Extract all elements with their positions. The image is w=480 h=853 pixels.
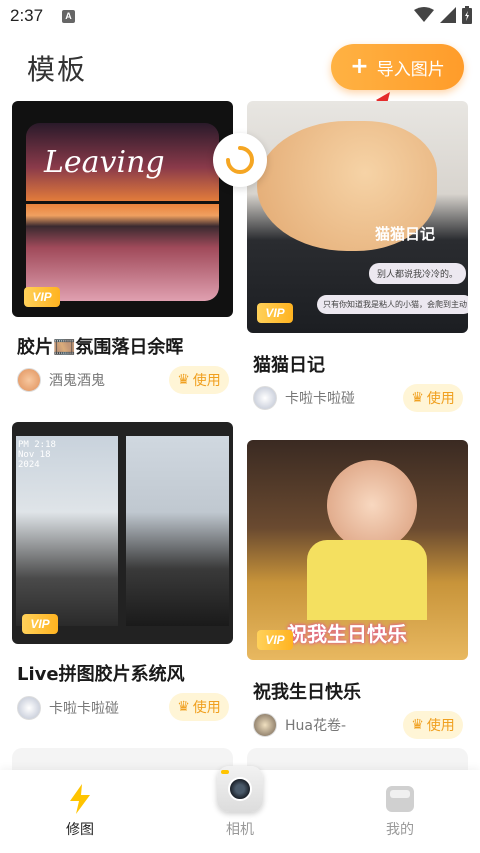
vip-badge: VIP: [257, 303, 293, 323]
template-image-text: 猫猫日记: [375, 225, 436, 243]
crown-icon: ♛: [411, 717, 424, 733]
nav-item-profile[interactable]: 我的: [340, 770, 460, 853]
crown-icon: ♛: [177, 699, 190, 715]
template-image-text: Leaving: [44, 145, 165, 180]
camera-icon: [217, 766, 263, 812]
use-template-button[interactable]: ♛ 使用: [403, 384, 463, 412]
avatar: [253, 713, 277, 737]
vip-badge: VIP: [22, 614, 58, 634]
crown-icon: ♛: [177, 372, 190, 388]
vip-badge: VIP: [257, 630, 293, 650]
wifi-icon: [414, 7, 434, 22]
card-title: Live拼图胶片系统风: [17, 664, 185, 685]
card-title: 胶片🎞️氛围落日余晖: [17, 337, 184, 358]
use-label: 使用: [426, 718, 455, 734]
template-image-text: 祝我生日快乐: [287, 622, 407, 646]
card-title: 猫猫日记: [253, 355, 325, 376]
template-image-cat[interactable]: 猫猫日记 别人都说我冷冷的。 只有你知道我是粘人的小猫，会爬到主动 VIP: [247, 101, 468, 333]
author-name: Hua花卷-: [285, 718, 347, 734]
nav-item-edit[interactable]: 修图: [20, 770, 140, 853]
import-image-button[interactable]: + 导入图片: [331, 44, 464, 90]
lightning-icon: [70, 784, 90, 814]
template-image-text: PM 2:18 Nov 18 2024: [18, 440, 56, 470]
template-image-birthday[interactable]: 祝我生日快乐 VIP: [247, 440, 468, 660]
template-image-sunset[interactable]: Leaving VIP: [12, 101, 233, 317]
chat-bubble: 只有你知道我是粘人的小猫，会爬到主动: [317, 295, 468, 314]
avatar: [17, 696, 41, 720]
nav-label: 修图: [66, 822, 94, 838]
use-template-button[interactable]: ♛ 使用: [403, 711, 463, 739]
plus-icon: +: [350, 54, 369, 79]
page-title: 模板: [27, 53, 88, 86]
author-name: 卡啦卡啦碰: [49, 701, 119, 717]
status-icons: [414, 6, 472, 24]
nav-item-camera[interactable]: 相机: [180, 766, 300, 853]
use-template-button[interactable]: ♛ 使用: [169, 366, 229, 394]
card-author: 卡啦卡啦碰: [17, 696, 119, 720]
battery-icon: [462, 6, 472, 24]
use-template-button[interactable]: ♛ 使用: [169, 693, 229, 721]
use-label: 使用: [192, 700, 221, 716]
import-image-label: 导入图片: [376, 59, 445, 80]
notification-icon: A: [62, 10, 75, 23]
crown-icon: ♛: [411, 390, 424, 406]
use-label: 使用: [426, 391, 455, 407]
vip-badge: VIP: [24, 287, 60, 307]
avatar: [253, 386, 277, 410]
card-author: 卡啦卡啦碰: [253, 386, 355, 410]
avatar: [17, 368, 41, 392]
profile-icon: [386, 786, 414, 812]
status-bar: 2:37 A: [0, 0, 480, 32]
author-name: 卡啦卡啦碰: [285, 391, 355, 407]
card-title: 祝我生日快乐: [253, 682, 361, 703]
card-author: Hua花卷-: [253, 713, 346, 737]
nav-label: 我的: [386, 822, 414, 838]
signal-icon: [440, 7, 456, 23]
status-time: 2:37: [10, 6, 44, 25]
template-image-live-collage[interactable]: PM 2:18 Nov 18 2024 VIP: [12, 422, 233, 644]
card-author: 酒鬼酒鬼: [17, 368, 105, 392]
author-name: 酒鬼酒鬼: [49, 373, 105, 389]
use-label: 使用: [192, 373, 221, 389]
bottom-nav: 修图 相机 我的: [0, 766, 480, 853]
nav-label: 相机: [226, 822, 254, 838]
loading-spinner-icon: [213, 133, 267, 187]
chat-bubble: 别人都说我冷冷的。: [369, 263, 467, 284]
